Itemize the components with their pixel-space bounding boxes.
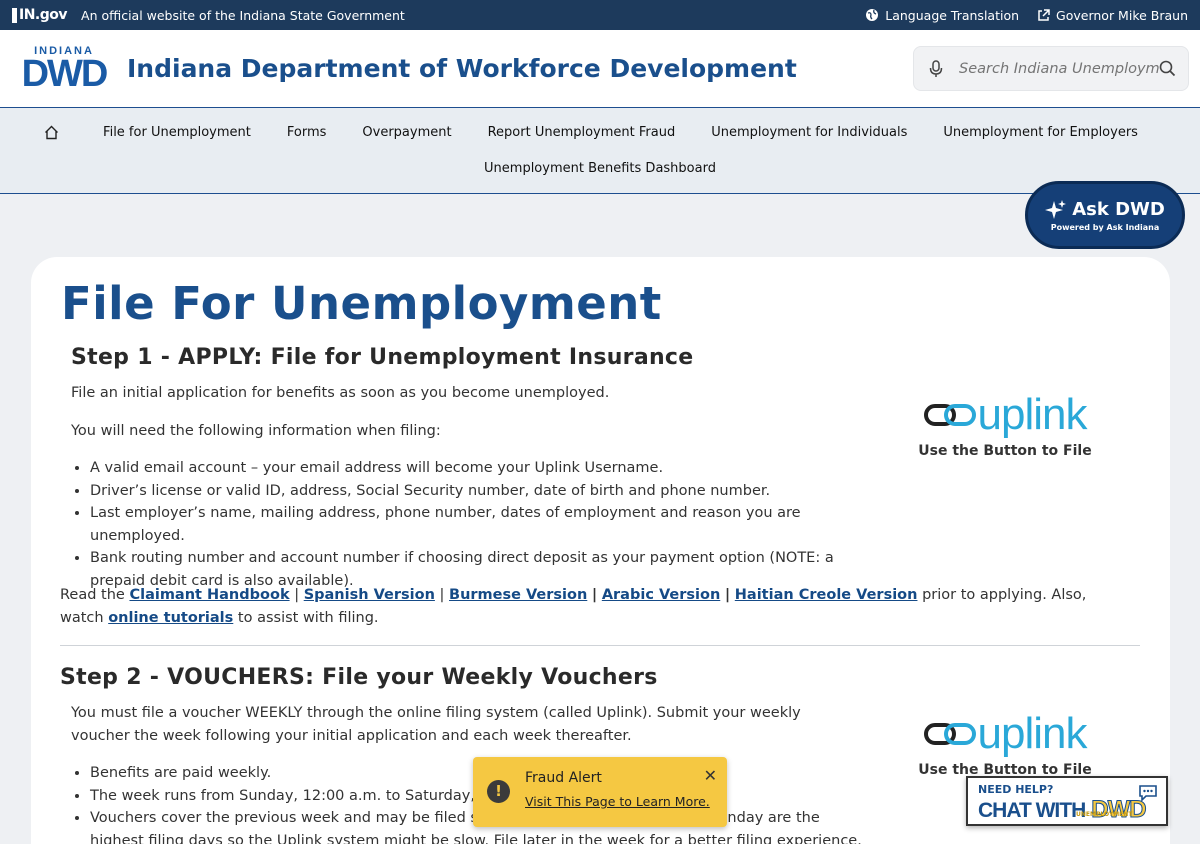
haitian-creole-version-link[interactable]: Haitian Creole Version [735,587,918,603]
ask-dwd-title: Ask DWD [1072,199,1165,220]
step1-list: A valid email account – your email addre… [71,457,871,592]
site-title[interactable]: Indiana Department of Workforce Developm… [127,54,913,83]
step1-heading: Step 1 - APPLY: File for Unemployment In… [71,345,694,370]
nav-item-file-for-unemployment[interactable]: File for Unemployment [103,125,251,140]
dwd-logo[interactable]: INDIANA DWD [18,46,110,94]
uplink-logo: uplink [923,712,1087,756]
chat-sub: UNEMPLOYMENT [1076,811,1133,818]
uplink-voucher-button[interactable]: uplink Use the Button to File [910,712,1100,779]
arabic-version-link[interactable]: Arabic Version [602,587,720,603]
top-bar: IN.gov An official website of the Indian… [0,0,1200,30]
site-header: INDIANA DWD Indiana Department of Workfo… [0,30,1200,108]
online-tutorials-link[interactable]: online tutorials [108,610,233,626]
chat-bubble-icon [1139,785,1157,802]
governor-link[interactable]: Governor Mike Braun [1037,8,1188,23]
language-translation-link[interactable]: Language Translation [865,8,1019,23]
chain-link-icon [923,404,976,426]
chain-link-icon [923,723,976,745]
uplink-caption: Use the Button to File [918,443,1092,459]
alert-link[interactable]: Visit This Page to Learn More. [525,794,727,809]
sparkle-icon [1045,199,1067,219]
page-title: File For Unemployment [61,277,662,330]
list-item: Last employer’s name, mailing address, p… [90,502,871,547]
search-input[interactable] [959,60,1159,77]
step2-list: Benefits are paid weekly. The week runs … [71,762,871,844]
claimant-handbook-link[interactable]: Claimant Handbook [129,587,289,603]
divider [60,645,1140,646]
main-nav: File for Unemployment Forms Overpayment … [0,108,1200,194]
uplink-file-button[interactable]: uplink Use the Button to File [910,393,1100,460]
nav-item-forms[interactable]: Forms [287,125,327,140]
content-card: File For Unemployment Step 1 - APPLY: Fi… [31,257,1170,844]
home-icon[interactable] [44,125,59,140]
search-icon[interactable] [1159,60,1176,77]
in-gov-logo[interactable]: IN.gov [12,7,68,23]
official-site-text: An official website of the Indiana State… [81,7,405,23]
fraud-alert: ! Fraud Alert Visit This Page to Learn M… [473,757,727,827]
list-item: Driver’s license or valid ID, address, S… [90,480,871,503]
close-icon[interactable]: ✕ [704,766,717,785]
microphone-icon[interactable] [929,59,943,78]
read-handbook-paragraph: Read the Claimant Handbook | Spanish Ver… [60,587,1087,626]
alert-title: Fraud Alert [525,770,602,786]
step1-intro: File an initial application for benefits… [71,385,610,401]
nav-item-employers[interactable]: Unemployment for Employers [943,125,1138,140]
spanish-version-link[interactable]: Spanish Version [304,587,435,603]
search-box[interactable] [913,46,1189,91]
nav-item-overpayment[interactable]: Overpayment [362,125,451,140]
chat-widget[interactable]: NEED HELP? CHAT WITH DWD UNEMPLOYMENT [966,776,1168,826]
nav-item-benefits-dashboard[interactable]: Unemployment Benefits Dashboard [484,161,716,176]
ask-dwd-button[interactable]: Ask DWD Powered by Ask Indiana [1025,181,1185,249]
step2-heading: Step 2 - VOUCHERS: File your Weekly Vouc… [60,665,658,690]
burmese-version-link[interactable]: Burmese Version [449,587,587,603]
nav-item-report-fraud[interactable]: Report Unemployment Fraud [488,125,676,140]
chat-with-text: CHAT WITH [978,799,1086,822]
nav-item-individuals[interactable]: Unemployment for Individuals [711,125,907,140]
exclamation-icon: ! [487,780,510,803]
ask-dwd-subtitle: Powered by Ask Indiana [1050,222,1160,232]
external-link-icon [1038,8,1050,21]
list-item: A valid email account – your email addre… [90,457,871,480]
step2-intro: You must file a voucher WEEKLY through t… [71,705,801,744]
globe-icon [866,9,879,21]
step1-need: You will need the following information … [71,423,441,439]
uplink-logo: uplink [923,393,1087,437]
